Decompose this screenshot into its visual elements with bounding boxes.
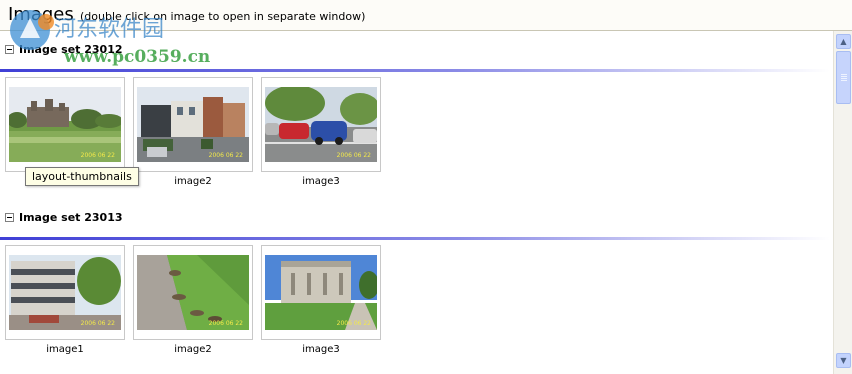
thumbnail-image[interactable]: 2006 06 22 — [137, 87, 249, 162]
section-divider — [0, 69, 830, 72]
thumbnail-image[interactable]: 2006 06 22 — [9, 255, 121, 330]
thumbnail-caption: image3 — [302, 176, 340, 187]
tooltip: layout-thumbnails — [25, 167, 139, 186]
thumbnail-image[interactable]: 2006 06 22 — [265, 87, 377, 162]
date-stamp: 2006 06 22 — [208, 152, 243, 159]
panel-header: Images (double click on image to open in… — [0, 0, 852, 31]
scrollbar-thumb[interactable] — [836, 51, 851, 104]
vertical-scrollbar[interactable]: ▲ ▼ — [833, 31, 852, 374]
thumbnail-image[interactable]: 2006 06 22 — [265, 255, 377, 330]
scroll-up-icon[interactable]: ▲ — [836, 34, 851, 49]
panel-hint: (double click on image to open in separa… — [80, 10, 366, 23]
thumbnail[interactable]: 2006 06 22 — [133, 245, 253, 340]
date-stamp: 2006 06 22 — [80, 152, 115, 159]
thumbnail[interactable]: 2006 06 22 — [261, 77, 381, 172]
thumbnail-caption: image1 — [46, 344, 84, 355]
panel-title: Images — [8, 4, 74, 25]
date-stamp: 2006 06 22 — [80, 320, 115, 327]
thumbnail[interactable]: 2006 06 22 — [261, 245, 381, 340]
scroll-down-icon[interactable]: ▼ — [836, 353, 851, 368]
thumbnail[interactable]: 2006 06 22 — [5, 245, 125, 340]
thumbnail-image[interactable]: 2006 06 22 — [137, 255, 249, 330]
thumbnail-caption: image2 — [174, 176, 212, 187]
thumbnail[interactable]: 2006 06 22 — [5, 77, 125, 172]
thumbnail-image[interactable]: 2006 06 22 — [9, 87, 121, 162]
date-stamp: 2006 06 22 — [336, 152, 371, 159]
date-stamp: 2006 06 22 — [208, 320, 243, 327]
thumbnail-caption: image3 — [302, 344, 340, 355]
collapse-toggle-icon[interactable] — [5, 212, 14, 222]
thumbnail-caption: image2 — [174, 344, 212, 355]
image-set-title: Image set 23013 — [19, 210, 123, 224]
image-sets-panel[interactable]: Image set 23012 2006 06 22 2006 06 22 im… — [0, 31, 833, 374]
image-set-header[interactable]: Image set 23012 — [5, 42, 123, 56]
date-stamp: 2006 06 22 — [336, 320, 371, 327]
section-divider — [0, 237, 830, 240]
collapse-toggle-icon[interactable] — [5, 44, 14, 54]
image-set-header[interactable]: Image set 23013 — [5, 210, 123, 224]
thumbnail[interactable]: 2006 06 22 — [133, 77, 253, 172]
image-set-title: Image set 23012 — [19, 42, 123, 56]
